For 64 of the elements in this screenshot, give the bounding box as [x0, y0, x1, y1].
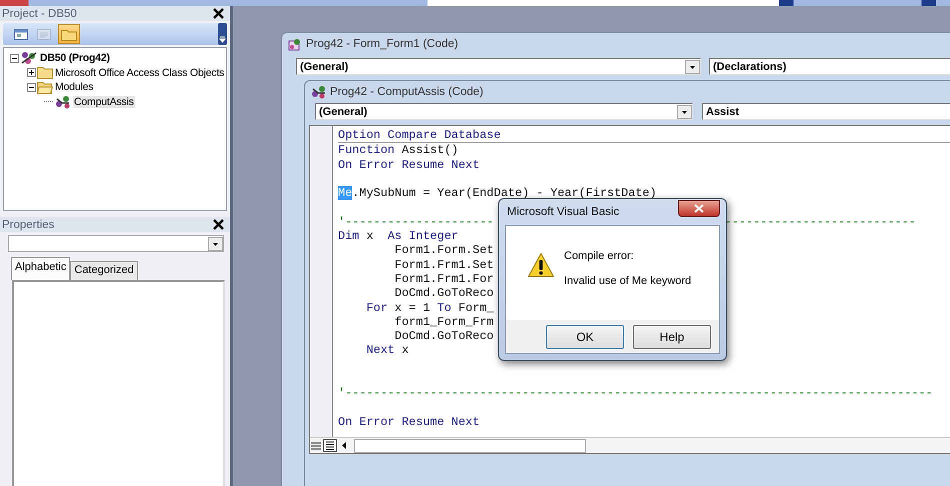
code-comment: '--------------------- [338, 214, 494, 230]
expand-button[interactable] [27, 68, 36, 78]
code-text: Form1.Frm1.For [394, 272, 494, 286]
code-keyword: On Error Resume Next [338, 414, 480, 430]
code-keyword: Function [338, 143, 395, 158]
code-text: x [365, 229, 374, 244]
code-keyword: On Error Resume Next [338, 158, 480, 172]
code-text: Form1.Form.Set [394, 243, 494, 258]
code-keyword: Next [365, 343, 395, 358]
expand-button[interactable] [10, 54, 19, 63]
code-text: .MySubNum = Year(EndDate) - Year(FirstDate) [352, 186, 657, 200]
code-text: x [400, 343, 409, 358]
error-heading: Compile error: [564, 250, 635, 262]
code-text: DoCmd.GoToReco [394, 286, 494, 301]
code-text: Form1.Frm1.Set [394, 258, 494, 272]
code-text: Form_ [457, 300, 494, 315]
tree-item[interactable]: ComputAssis [73, 96, 135, 108]
scrollbar[interactable] [354, 438, 586, 452]
module-icon [54, 94, 72, 109]
open-folder-icon [37, 80, 53, 94]
procedure-dropdown[interactable]: (Declarations) [709, 58, 950, 75]
tab[interactable]: Alphabetic [11, 257, 70, 280]
code-keyword: As Integer [388, 229, 458, 244]
code-keyword: Dim [338, 229, 360, 244]
dialog-button[interactable]: OK [546, 324, 624, 348]
dialog-title: Microsoft Visual Basic [507, 206, 620, 218]
procedure-view-icon[interactable] [310, 440, 322, 452]
code-keyword: Option Compare Database [338, 128, 501, 142]
warning-icon [527, 252, 555, 278]
tree-item[interactable]: DB50 (Prog42) [39, 52, 111, 64]
close-icon[interactable] [213, 219, 224, 230]
code-comment: '----------------------------------------------------------------------------------- [338, 386, 933, 401]
object-dropdown[interactable]: (General) [315, 103, 693, 120]
pane-title: Project - DB50 [2, 8, 77, 20]
procedure-dropdown[interactable]: Assist [702, 103, 950, 120]
toggle-folders-button[interactable] [58, 24, 80, 44]
code-window-icon [311, 85, 326, 99]
code-text: x = 1 [394, 300, 432, 315]
expand-button[interactable] [27, 82, 36, 92]
error-message: Invalid use of Me keyword [564, 275, 692, 287]
code-window-icon [288, 38, 302, 50]
folder-icon [37, 66, 53, 80]
close-icon[interactable] [213, 8, 224, 19]
window-title: Prog42 - ComputAssis (Code) [330, 86, 484, 98]
tab[interactable]: Categorized [70, 261, 138, 280]
code-text: form1_Form_Frm [394, 314, 494, 330]
dialog-button[interactable]: Help [633, 324, 711, 348]
pane-title: Properties [2, 218, 54, 230]
close-button[interactable] [678, 200, 720, 216]
full-module-view-icon[interactable] [323, 439, 337, 452]
overflow-icon[interactable] [218, 23, 227, 45]
tree-item[interactable]: Modules [54, 81, 94, 94]
code-text: Assist() [400, 143, 458, 158]
close-icon [694, 204, 704, 212]
code-keyword: For [365, 300, 388, 315]
selected-text: Me [338, 186, 352, 200]
tree-item[interactable]: Microsoft Office Access Class Objects [54, 66, 226, 79]
view-object-button[interactable] [12, 26, 30, 42]
code-keyword: To [437, 300, 452, 315]
code-comment: --------------------------- [724, 214, 916, 230]
window-title: Prog42 - Form_Form1 (Code) [306, 38, 458, 50]
object-dropdown[interactable]: (General) [296, 58, 701, 75]
code-text: DoCmd.GoToReco [394, 329, 494, 344]
project-icon [20, 51, 38, 66]
